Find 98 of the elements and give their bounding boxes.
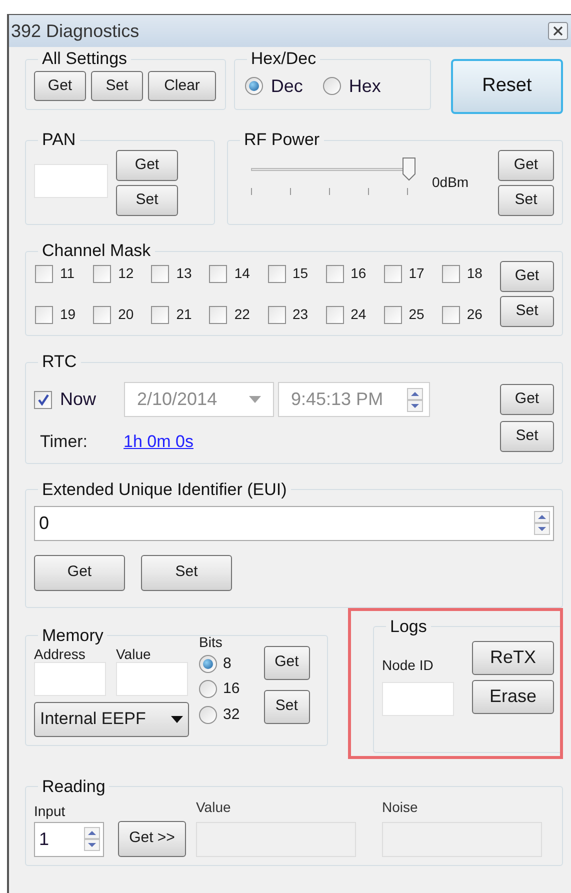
button[interactable]: Set	[91, 71, 143, 101]
timer-label: Timer:	[40, 431, 88, 453]
checkbox[interactable]	[442, 306, 460, 324]
checkbox[interactable]	[209, 264, 228, 282]
radio-button[interactable]	[322, 77, 341, 95]
checkbox[interactable]	[35, 264, 53, 282]
group-title: Memory	[41, 626, 104, 646]
channel-label: 18	[466, 264, 482, 283]
timer-link[interactable]: 1h 0m 0s	[124, 429, 194, 454]
button[interactable]: Get	[34, 71, 86, 101]
now-label: Now	[60, 388, 96, 411]
checkbox[interactable]	[151, 264, 170, 282]
channel-label: 13	[176, 264, 192, 283]
checkbox[interactable]	[384, 306, 402, 324]
checkbox[interactable]	[326, 306, 344, 324]
checkbox[interactable]	[268, 264, 286, 282]
button[interactable]: Get	[500, 261, 554, 292]
group-title: Reading	[41, 776, 106, 796]
radio-button[interactable]	[199, 706, 217, 724]
radio-button[interactable]	[199, 680, 217, 698]
button[interactable]: Get	[264, 646, 310, 680]
button[interactable]: Set	[264, 690, 310, 724]
channel-label: 20	[118, 305, 134, 324]
node-id-label: Node ID	[382, 656, 434, 674]
checkbox[interactable]	[209, 306, 228, 324]
group-title: PAN	[41, 130, 77, 150]
group-title: Hex/Dec	[250, 49, 318, 69]
button[interactable]: Get >>	[118, 820, 186, 856]
checkbox[interactable]	[93, 264, 112, 282]
group-title: Logs	[389, 616, 428, 636]
button[interactable]: Set	[498, 185, 554, 216]
node-id-field[interactable]	[382, 682, 454, 716]
address-field[interactable]	[34, 662, 106, 696]
radio-button[interactable]	[199, 654, 217, 673]
radio-label: Hex	[348, 74, 381, 98]
group-title: Extended Unique Identifier (EUI)	[41, 480, 288, 500]
group-title: Channel Mask	[41, 241, 152, 261]
channel-label: 15	[292, 264, 308, 283]
channel-label: 16	[350, 264, 366, 283]
value-label: Value	[196, 798, 232, 816]
checkbox[interactable]	[93, 306, 112, 324]
value-label: Value	[116, 646, 152, 662]
value-field[interactable]	[116, 662, 188, 696]
spinner-arrows-icon[interactable]	[84, 827, 100, 851]
check-icon	[36, 393, 50, 406]
channel-label: 12	[118, 264, 134, 283]
spinner-arrows-icon[interactable]	[534, 511, 550, 535]
checkbox[interactable]	[442, 264, 460, 282]
channel-label: 24	[350, 305, 366, 324]
button[interactable]: Set	[116, 185, 178, 216]
channel-label: 14	[234, 264, 250, 283]
checkbox[interactable]	[384, 264, 402, 282]
dropdown-arrow-icon	[171, 716, 183, 722]
channel-label: 21	[176, 305, 192, 324]
channel-label: 19	[60, 305, 76, 324]
checkbox[interactable]	[268, 306, 286, 324]
slider-thumb[interactable]	[402, 157, 416, 181]
group-title: RTC	[41, 352, 78, 372]
checked-checkbox[interactable]	[34, 390, 52, 408]
window-title: 392 Diagnostics	[11, 20, 140, 43]
button[interactable]: Get	[116, 150, 178, 181]
button[interactable]: Set	[500, 421, 554, 452]
checkbox[interactable]	[35, 306, 53, 324]
eui-field[interactable]: 0	[34, 506, 554, 540]
bits-label: Bits	[199, 634, 224, 650]
dropdown-arrow-icon	[249, 396, 261, 403]
reset-button[interactable]: Reset	[450, 59, 563, 114]
button[interactable]: Erase	[472, 680, 554, 714]
group-title: RF Power	[243, 130, 321, 150]
bits-option-label: 32	[223, 704, 240, 724]
channel-label: 26	[466, 305, 482, 324]
pan-field[interactable]	[34, 164, 108, 198]
button[interactable]: Get	[500, 384, 554, 415]
button[interactable]: ReTX	[472, 640, 554, 674]
memory-dropdown[interactable]: Internal EEPF	[34, 702, 189, 736]
input-label: Input	[34, 802, 66, 821]
channel-label: 17	[408, 264, 424, 283]
input-spinner[interactable]: 1	[34, 822, 104, 856]
address-label: Address	[34, 646, 86, 662]
checkbox[interactable]	[326, 264, 344, 282]
power-reading: 0dBm	[432, 172, 469, 192]
button[interactable]: Clear	[148, 71, 216, 101]
bits-option-label: 16	[223, 679, 240, 699]
close-icon[interactable]	[548, 22, 568, 40]
button[interactable]: Get	[498, 150, 554, 181]
bits-option-label: 8	[223, 654, 232, 674]
checkbox[interactable]	[151, 306, 170, 324]
radio-button[interactable]	[244, 77, 263, 95]
button[interactable]: Set	[141, 554, 232, 590]
noise-label: Noise	[382, 798, 419, 816]
channel-label: 23	[292, 305, 308, 324]
channel-label: 11	[60, 264, 75, 283]
button[interactable]: Set	[500, 296, 554, 327]
group-title: All Settings	[41, 49, 128, 69]
radio-label: Dec	[270, 74, 303, 98]
channel-label: 25	[408, 305, 424, 324]
channel-label: 22	[234, 305, 250, 324]
button[interactable]: Get	[34, 554, 125, 590]
